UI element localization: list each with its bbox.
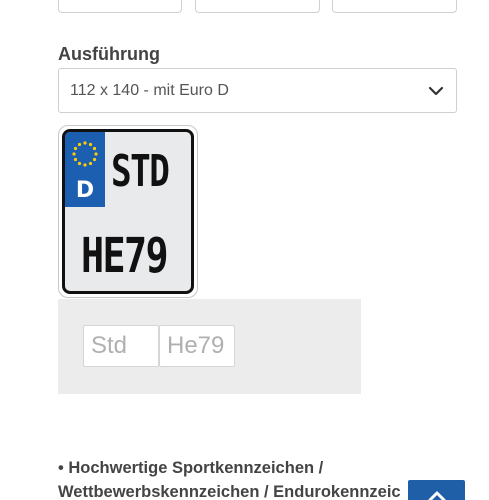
scroll-to-top-button[interactable] — [408, 480, 465, 500]
plate-number: HE79 — [81, 228, 169, 284]
option-box-1[interactable] — [58, 0, 182, 13]
license-plate-preview: D STD HE79 — [58, 125, 198, 298]
description-line-1: • Hochwertige Sportkennzeichen / — [58, 459, 324, 477]
option-label: Ausführung — [58, 44, 160, 64]
chevron-down-icon — [428, 86, 444, 96]
plate-number-input[interactable] — [159, 325, 235, 367]
product-description: • Hochwertige Sportkennzeichen / Wettbew… — [58, 456, 458, 500]
plate-face: D STD HE79 — [62, 129, 194, 294]
eu-stars-icon — [72, 141, 98, 167]
size-select-value: 112 x 140 - mit Euro D — [70, 82, 229, 99]
size-select[interactable]: 112 x 140 - mit Euro D — [58, 68, 457, 113]
option-box-2[interactable] — [195, 0, 320, 13]
plate-city-code: STD — [111, 146, 170, 197]
city-code-input[interactable] — [83, 325, 159, 367]
plate-country-code: D — [75, 178, 95, 203]
description-line-2: Wettbewerbskennzeichen / Endurokennzeic — [58, 483, 401, 500]
plate-input-panel — [58, 299, 361, 394]
option-box-3[interactable] — [332, 0, 457, 13]
eu-band: D — [65, 132, 105, 207]
chevron-up-icon — [428, 491, 446, 500]
